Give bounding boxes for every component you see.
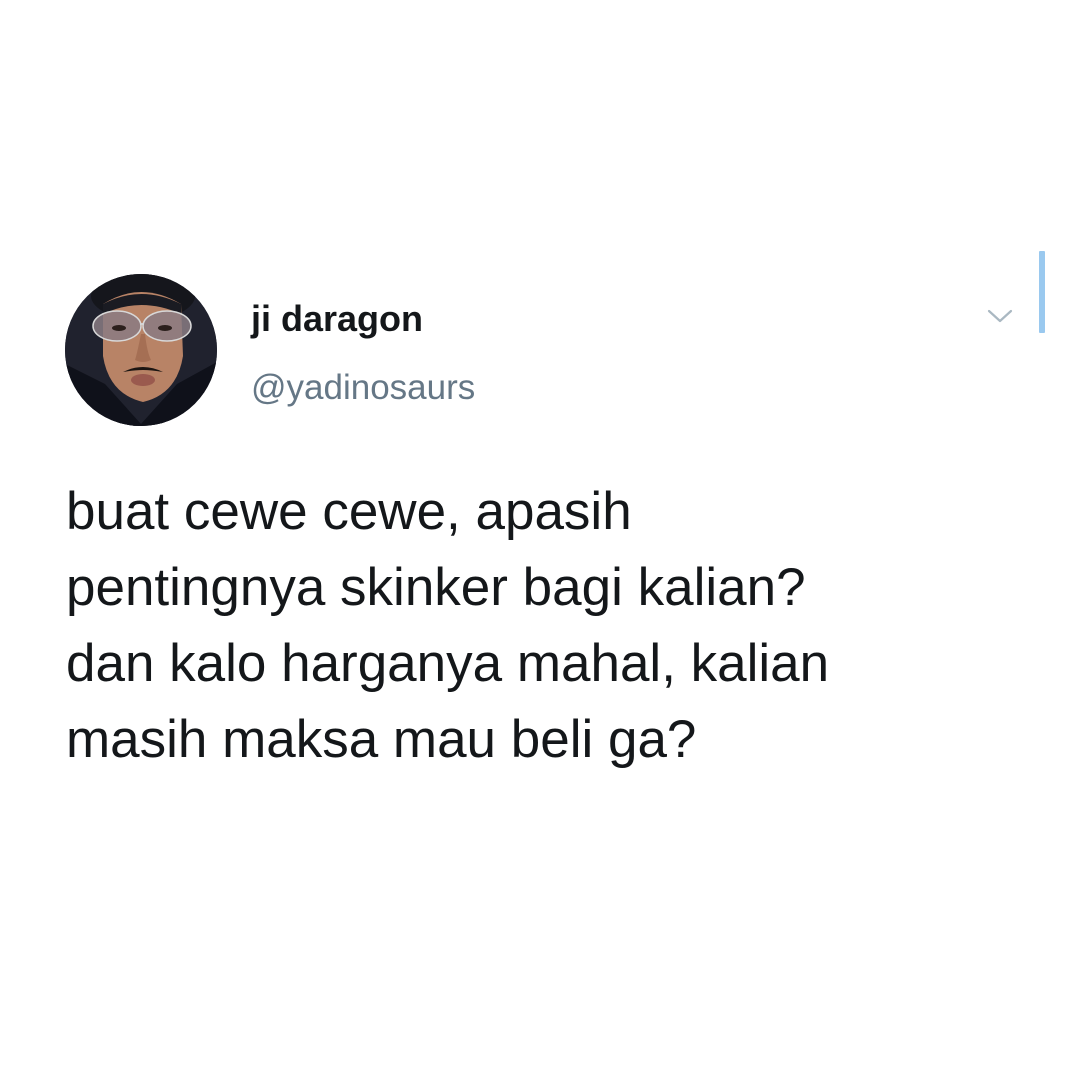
chevron-down-icon[interactable] bbox=[984, 302, 1016, 330]
scroll-indicator bbox=[1039, 251, 1045, 333]
avatar[interactable] bbox=[65, 274, 217, 426]
tweet-text: buat cewe cewe, apasih pentingnya skinke… bbox=[66, 474, 1026, 778]
tweet-text-line: pentingnya skinker bagi kalian? bbox=[66, 558, 806, 617]
tweet-text-line: dan kalo harganya mahal, kalian bbox=[66, 634, 830, 693]
tweet-card: ji daragon @yadinosaurs buat cewe cewe, … bbox=[0, 0, 1080, 1080]
tweet-text-line: buat cewe cewe, apasih bbox=[66, 482, 632, 541]
user-handle[interactable]: @yadinosaurs bbox=[251, 368, 475, 408]
tweet-text-line: masih maksa mau beli ga? bbox=[66, 710, 697, 769]
display-name[interactable]: ji daragon bbox=[251, 299, 423, 339]
